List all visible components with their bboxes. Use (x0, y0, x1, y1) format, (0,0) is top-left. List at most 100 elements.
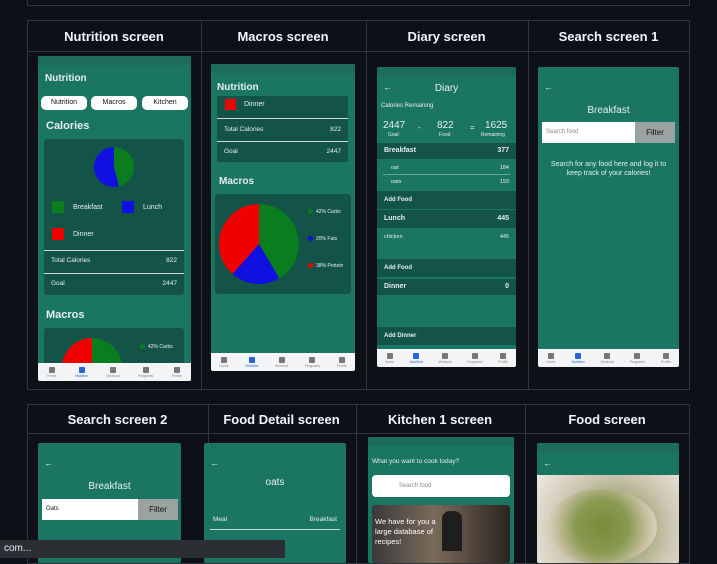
food-item-chicken[interactable]: chicken 445 (377, 234, 516, 240)
legend-fats: 20% Fats (316, 236, 338, 242)
dinner-row: Dinner 0 (384, 283, 509, 290)
calories-pie (94, 146, 135, 187)
nav-nutrition[interactable]: Nutrition (75, 366, 88, 378)
kitchen-question: What you want to cook today? (372, 458, 460, 465)
nav-profile[interactable]: Profile (337, 356, 347, 368)
link-status-bar: com... (0, 540, 285, 558)
macros-card: 42% Carbs 20% Fats 38% Protein (215, 194, 351, 294)
macros-title: Macros (46, 309, 85, 321)
carbs-label: 42% Carbs (148, 344, 173, 350)
chef-figure (442, 511, 462, 551)
tab-macros[interactable]: Macros (91, 96, 137, 110)
food-plate (547, 489, 657, 563)
legend-dinner-label: Dinner (73, 231, 94, 238)
macros-card: 42% Carbs (44, 328, 184, 368)
nav-workout[interactable]: Workout (275, 356, 288, 368)
search-hint: Search for any food here and log it to k… (550, 161, 667, 177)
back-arrow-icon[interactable]: ← (44, 458, 53, 468)
nav-home[interactable]: Home (219, 356, 229, 368)
nav-profile[interactable]: Profile (661, 352, 671, 364)
nav-nutrition[interactable]: Nutrition (572, 352, 585, 364)
kitchen-search-input[interactable]: Search food (372, 475, 510, 497)
status-bar (537, 443, 679, 452)
filter-button[interactable]: Filter (138, 499, 178, 520)
search2-title: Breakfast (88, 481, 131, 492)
header-nutrition: Nutrition screen (64, 29, 164, 44)
food-detail-title: oats (265, 477, 285, 488)
add-food-lunch[interactable]: Add Food (377, 259, 516, 277)
nav-home[interactable]: Home (47, 366, 57, 378)
food-phone: ← (537, 443, 679, 563)
calories-title: Calories (46, 120, 90, 132)
nav-programs[interactable]: Programs (305, 356, 320, 368)
equals-sign: = (470, 123, 475, 132)
food-item-oat[interactable]: oat 184 (377, 165, 516, 171)
nav-profile[interactable]: Profile (172, 366, 182, 378)
back-arrow-icon[interactable]: ← (544, 82, 553, 92)
header-food-detail: Food Detail screen (223, 412, 340, 427)
tab-kitchen[interactable]: Kitchen (142, 96, 188, 110)
nav-workout[interactable]: Workout (601, 352, 614, 364)
nav-programs[interactable]: Programs (138, 366, 153, 378)
status-bar (377, 67, 516, 76)
total-calories-row: Total Calories 822 (224, 126, 341, 133)
nav-programs[interactable]: Programs (630, 352, 645, 364)
calories-card: Dinner Total Calories 822 Goal 2447 (217, 96, 348, 162)
filter-button[interactable]: Filter (635, 122, 675, 143)
remaining-label: Remaining (481, 132, 505, 138)
nav-profile[interactable]: Profile (498, 352, 508, 364)
calories-remaining-title: Calories Remaining (381, 103, 434, 109)
search1-phone: ← Breakfast Search food Filter Search fo… (538, 67, 679, 367)
tab-nutrition[interactable]: Nutrition (41, 96, 87, 110)
macros-nutrition-title: Nutrition (217, 82, 259, 93)
legend-breakfast-swatch (52, 201, 64, 213)
status-bar (211, 64, 355, 73)
bottom-nav: Home Nutrition Workout Programs Profile (38, 363, 191, 381)
bottom-nav: Home Nutrition Workout Programs Profile (377, 349, 516, 367)
dinner-swatch (225, 99, 236, 110)
nav-workout[interactable]: Workout (107, 366, 120, 378)
legend-protein: 38% Protein (316, 263, 344, 269)
bottom-nav: Home Nutrition Workout Programs Profile (538, 349, 679, 367)
meal-row[interactable]: Meal Breakfast (204, 516, 346, 523)
remaining-value: 1625 (485, 120, 508, 131)
kitchen1-phone: What you want to cook today? Search food… (368, 437, 514, 563)
nav-nutrition[interactable]: Nutrition (245, 356, 258, 368)
nav-home[interactable]: Home (385, 352, 394, 364)
search1-title: Breakfast (587, 105, 630, 116)
breakfast-row: Breakfast 377 (384, 147, 509, 154)
back-arrow-icon[interactable]: ← (543, 458, 552, 468)
macros-section-title: Macros (219, 176, 255, 187)
nav-programs[interactable]: Programs (467, 352, 482, 364)
back-arrow-icon[interactable]: ← (210, 458, 219, 468)
prev-row-stub (27, 0, 690, 6)
goal-value: 2447 (383, 120, 406, 131)
nav-home[interactable]: Home (546, 352, 555, 364)
add-food-breakfast[interactable]: Add Food (377, 191, 516, 209)
header-search1: Search screen 1 (558, 29, 659, 44)
nav-workout[interactable]: Workout (439, 352, 452, 364)
food-photo (537, 475, 679, 563)
nav-nutrition[interactable]: Nutrition (410, 352, 423, 364)
goal-row: Goal 2447 (51, 280, 177, 287)
carbs-dot (140, 344, 145, 349)
goal-label: Goal (388, 132, 399, 138)
macros-phone: Nutrition Dinner Total Calories 822 Goal 2… (211, 64, 355, 371)
lunch-row: Lunch 445 (384, 215, 509, 222)
legend-dinner-swatch (52, 228, 64, 240)
food-item-oats[interactable]: oats 193 (377, 179, 516, 185)
search-input[interactable]: Search food (542, 122, 635, 143)
legend-breakfast-label: Breakfast (73, 204, 103, 211)
add-dinner[interactable]: Add Dinner (377, 327, 516, 345)
header-diary: Diary screen (407, 29, 486, 44)
diary-title: Diary (434, 83, 459, 94)
nutrition-phone: Nutrition Nutrition Macros Kitchen Calor… (38, 56, 191, 381)
diary-phone: ← Diary Calories Remaining 2447 Goal - 8… (377, 67, 516, 367)
legend-fats-dot (308, 236, 313, 241)
status-bar (38, 56, 191, 65)
search-input[interactable]: Oats (42, 499, 138, 520)
kitchen-banner[interactable]: We have for you a large database of reci… (372, 505, 510, 563)
header-search2: Search screen 2 (67, 412, 168, 427)
header-food: Food screen (568, 412, 646, 427)
header-kitchen1: Kitchen 1 screen (387, 412, 493, 427)
